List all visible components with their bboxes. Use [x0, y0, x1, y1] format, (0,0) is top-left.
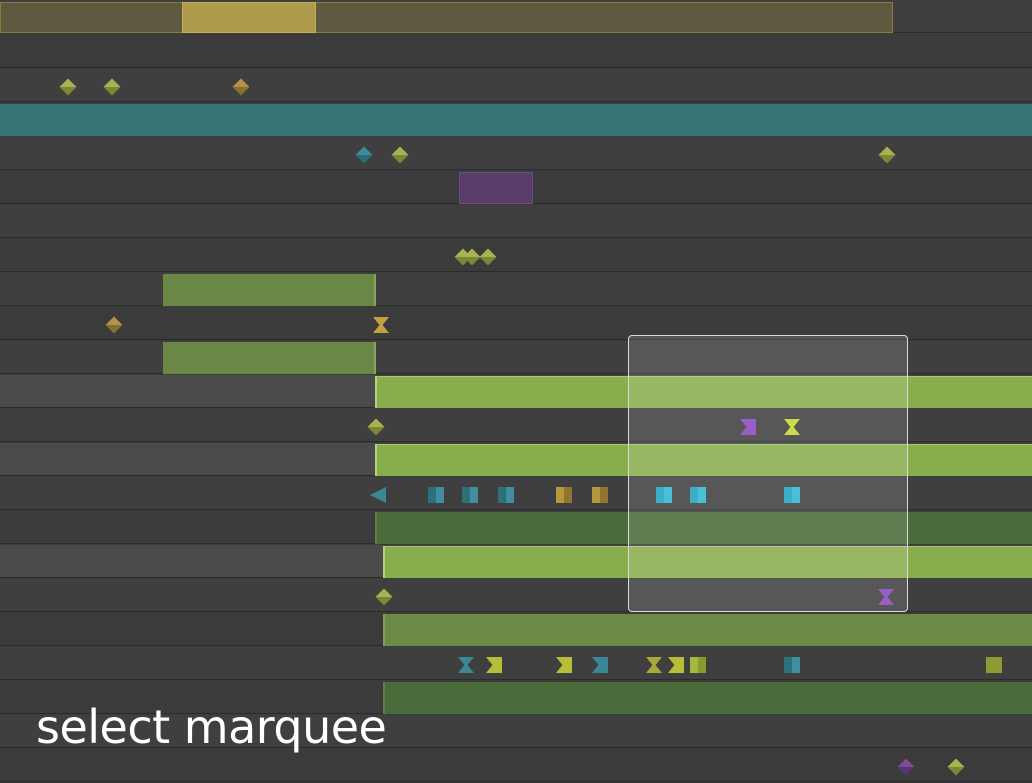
layer-bar[interactable]	[459, 172, 533, 204]
track-row[interactable]	[0, 137, 1032, 170]
layer-bar[interactable]	[0, 104, 1032, 136]
work-area-bar[interactable]	[0, 2, 893, 33]
square-keyframe-icon[interactable]	[690, 657, 706, 673]
square-keyframe-icon[interactable]	[592, 487, 608, 503]
selection-marquee[interactable]	[628, 335, 908, 612]
square-keyframe-icon[interactable]	[428, 487, 444, 503]
track-row[interactable]	[0, 239, 1032, 272]
timeline-editor[interactable]: select marquee	[0, 0, 1032, 783]
track-row[interactable]	[0, 273, 1032, 306]
square-keyframe-icon[interactable]	[462, 487, 478, 503]
square-keyframe-icon[interactable]	[498, 487, 514, 503]
work-area-highlight[interactable]	[182, 2, 316, 33]
layer-bar[interactable]	[383, 682, 1032, 714]
layer-bar[interactable]	[163, 342, 376, 374]
track-row[interactable]	[0, 205, 1032, 238]
mode-caption: select marquee	[36, 700, 387, 754]
track-row[interactable]	[0, 35, 1032, 68]
track-row[interactable]	[0, 647, 1032, 680]
square-keyframe-icon[interactable]	[986, 657, 1002, 673]
square-keyframe-icon[interactable]	[556, 487, 572, 503]
square-keyframe-icon[interactable]	[784, 657, 800, 673]
track-row[interactable]	[0, 69, 1032, 102]
layer-bar[interactable]	[163, 274, 376, 306]
layer-bar[interactable]	[383, 614, 1032, 646]
